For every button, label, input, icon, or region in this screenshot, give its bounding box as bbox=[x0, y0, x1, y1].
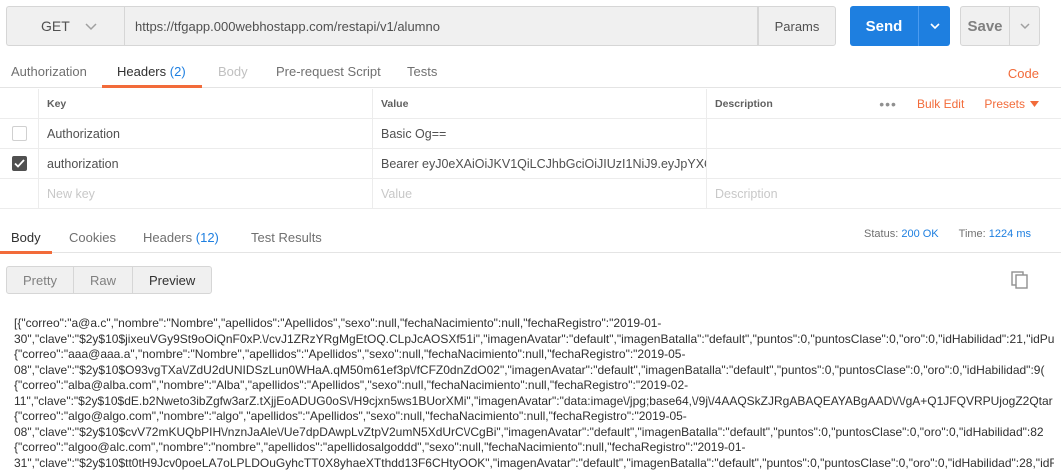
tab-response-body[interactable]: Body bbox=[11, 230, 41, 245]
value-cell[interactable]: Basic Og== bbox=[372, 119, 706, 148]
view-pretty[interactable]: Pretty bbox=[7, 267, 73, 293]
time-value[interactable]: 1224 ms bbox=[989, 228, 1031, 240]
tab-pre-request-script[interactable]: Pre-request Script bbox=[276, 64, 381, 79]
view-raw[interactable]: Raw bbox=[72, 267, 132, 293]
code-link[interactable]: Code bbox=[1008, 66, 1039, 81]
tab-label: Pre-request Script bbox=[276, 64, 381, 79]
tab-authorization[interactable]: Authorization bbox=[11, 64, 87, 79]
chevron-down-icon bbox=[85, 23, 97, 31]
checkmark-icon bbox=[13, 159, 25, 168]
tab-label: Test Results bbox=[251, 230, 322, 245]
tab-label: Body bbox=[11, 230, 41, 245]
response-status: Status: 200 OK Time: 1224 ms bbox=[864, 228, 1031, 240]
send-label: Send bbox=[865, 17, 903, 35]
tab-label: Body bbox=[218, 64, 248, 79]
table-header-row: Key Value Description ••• Bulk Edit Pres… bbox=[0, 89, 1061, 119]
response-line: {"correo":"algoo@alc.com","nombre":"nomb… bbox=[14, 440, 746, 454]
row-checkbox-cell bbox=[0, 119, 38, 148]
time-label: Time: bbox=[958, 228, 986, 240]
view-mode-toggle: Pretty Raw Preview bbox=[6, 266, 213, 294]
response-line: 31","clave":"$2y$10$tt0tH9Jcv0poeLA7oLPL… bbox=[14, 455, 1054, 470]
time-info: Time: 1224 ms bbox=[959, 228, 1031, 240]
view-preview[interactable]: Preview bbox=[131, 267, 211, 293]
description-cell[interactable] bbox=[706, 119, 1061, 148]
caret-down-icon bbox=[1030, 101, 1039, 107]
response-line: 08","clave":"$2y$10$cvV72mKUQbPIH\/nznJa… bbox=[14, 424, 1044, 439]
method-label: GET bbox=[41, 18, 70, 34]
response-line: 08","clave":"$2y$10$O93vgTXa\/ZdU2dUNIDS… bbox=[14, 362, 1045, 377]
row-checkbox[interactable] bbox=[11, 126, 27, 141]
presets-label: Presets bbox=[984, 97, 1025, 111]
table-actions: ••• Bulk Edit Presets bbox=[879, 89, 1061, 119]
response-line: {"correo":"aaa@aaa.a","nombre":"Nombre",… bbox=[14, 347, 686, 361]
tab-body[interactable]: Body bbox=[218, 64, 248, 79]
table-row: Authorization Basic Og== bbox=[0, 119, 1061, 149]
response-line: {"correo":"algo@algo.com","nombre":"algo… bbox=[14, 409, 687, 423]
method-select[interactable]: GET bbox=[6, 6, 124, 46]
new-key-input[interactable]: New key bbox=[38, 179, 372, 208]
tab-tests[interactable]: Tests bbox=[407, 64, 437, 79]
tab-cookies[interactable]: Cookies bbox=[69, 230, 116, 245]
chevron-down-icon bbox=[929, 23, 940, 30]
status-label: Status: bbox=[864, 228, 899, 240]
response-line: {"correo":"alba@alba.com","nombre":"Alba… bbox=[14, 378, 689, 392]
tab-label: Headers bbox=[117, 64, 167, 79]
tab-label: Authorization bbox=[11, 64, 87, 79]
row-checkbox[interactable] bbox=[11, 156, 27, 171]
send-button[interactable]: Send bbox=[850, 6, 950, 46]
url-input[interactable]: https://tfgapp.000webhostapp.com/restapi… bbox=[124, 6, 758, 46]
tab-count: (2) bbox=[169, 64, 186, 79]
row-checkbox-cell bbox=[0, 149, 38, 178]
key-cell[interactable]: Authorization bbox=[38, 119, 372, 148]
presets-dropdown[interactable]: Presets bbox=[984, 97, 1039, 111]
response-line: [{"correo":"a@a.c","nombre":"Nombre","ap… bbox=[14, 316, 662, 330]
column-key: Key bbox=[38, 89, 372, 118]
tab-label: Cookies bbox=[69, 230, 116, 245]
description-cell[interactable] bbox=[706, 149, 1061, 178]
new-description-input[interactable]: Description bbox=[706, 179, 1061, 208]
params-button[interactable]: Params bbox=[758, 6, 836, 46]
save-options-button[interactable] bbox=[1009, 7, 1039, 45]
row-checkbox-cell bbox=[0, 179, 38, 208]
column-description-label: Description bbox=[715, 97, 773, 110]
response-tabs: Body Cookies Headers (12) Test Results S… bbox=[0, 222, 1061, 254]
tab-test-results[interactable]: Test Results bbox=[251, 230, 322, 245]
more-options-icon[interactable]: ••• bbox=[879, 96, 897, 112]
tab-headers[interactable]: Headers (2) bbox=[117, 64, 186, 79]
headers-table: Key Value Description ••• Bulk Edit Pres… bbox=[0, 89, 1061, 209]
new-value-input[interactable]: Value bbox=[372, 179, 706, 208]
send-options-button[interactable] bbox=[918, 6, 950, 46]
chevron-down-icon bbox=[1019, 23, 1030, 30]
table-row: authorization Bearer eyJ0eXAiOiJKV1QiLCJ… bbox=[0, 149, 1061, 179]
response-line: 11","clave":"$2y$10$dE.b2Nweto3ibZgfw3ar… bbox=[14, 393, 1053, 408]
response-line: 30","clave":"$2y$10$jixeuVGy9St9oOiQnF0x… bbox=[14, 331, 1054, 346]
copy-icon[interactable] bbox=[1010, 270, 1030, 290]
value-cell[interactable]: Bearer eyJ0eXAiOiJKV1QiLCJhbGciOiJIUzI1N… bbox=[372, 149, 706, 178]
tab-label: Tests bbox=[407, 64, 438, 79]
header-checkbox-col bbox=[0, 89, 38, 118]
tab-label: Headers bbox=[143, 230, 193, 245]
table-row-new: New key Value Description bbox=[0, 179, 1061, 209]
status-info: Status: 200 OK bbox=[864, 228, 939, 240]
tab-response-headers[interactable]: Headers (12) bbox=[143, 230, 219, 245]
request-bar: GET https://tfgapp.000webhostapp.com/res… bbox=[6, 6, 836, 46]
column-value: Value bbox=[372, 89, 706, 118]
key-cell[interactable]: authorization bbox=[38, 149, 372, 178]
request-tabs: Authorization Headers (2) Body Pre-reque… bbox=[0, 56, 1061, 88]
tab-count: (12) bbox=[195, 230, 219, 245]
status-value[interactable]: 200 OK bbox=[901, 228, 938, 240]
response-body: [{"correo":"a@a.c","nombre":"Nombre","ap… bbox=[14, 316, 1054, 471]
active-tab-indicator bbox=[0, 251, 52, 254]
active-tab-indicator bbox=[102, 85, 202, 88]
save-label: Save bbox=[967, 17, 1003, 35]
save-button[interactable]: Save bbox=[960, 6, 1040, 46]
url-text: https://tfgapp.000webhostapp.com/restapi… bbox=[135, 18, 440, 34]
params-label: Params bbox=[774, 18, 820, 34]
bulk-edit-link[interactable]: Bulk Edit bbox=[917, 97, 964, 111]
